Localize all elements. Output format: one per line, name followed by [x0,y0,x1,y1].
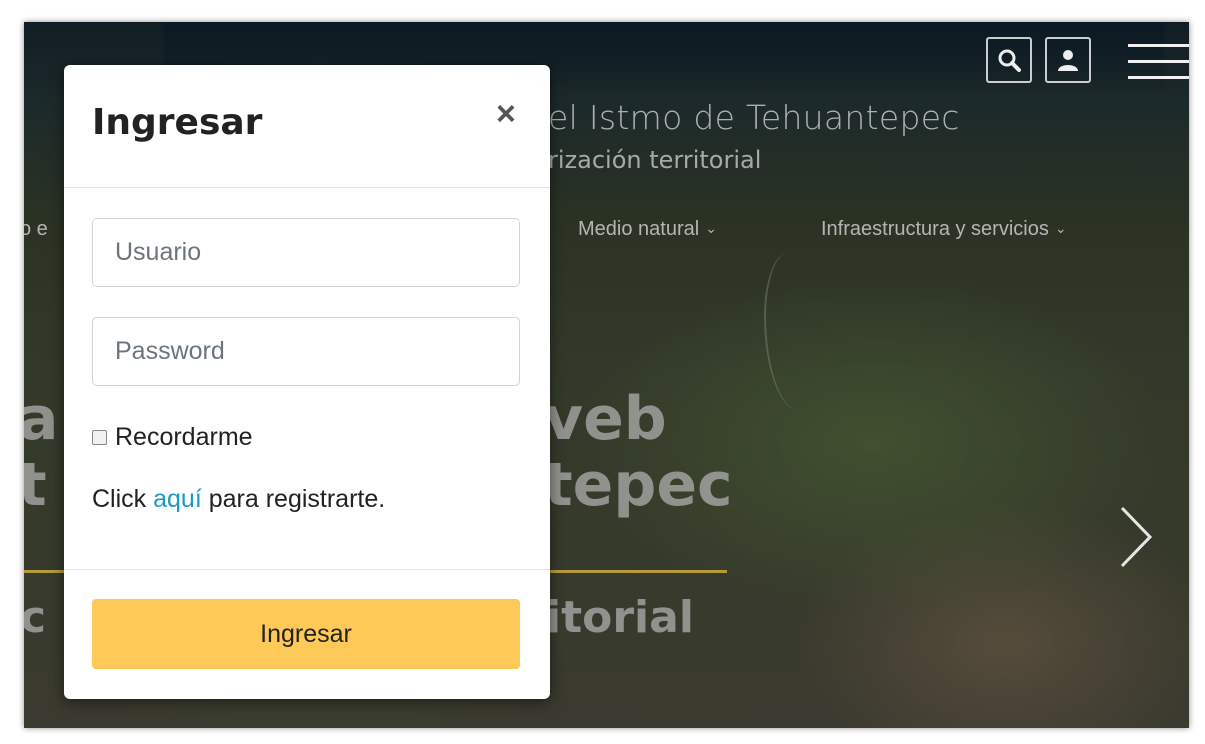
search-button[interactable] [986,37,1032,83]
hero-heading-line1-left: a [24,384,59,454]
username-input[interactable] [92,218,520,287]
modal-header: Ingresar × [64,65,550,188]
modal-footer-divider [64,569,550,570]
nav-item-medio-natural[interactable]: Medio natural ⌄ [578,218,717,241]
chevron-down-icon: ⌄ [1054,220,1067,236]
hero-background: el Istmo de Tehuantepec rización territo… [24,22,1189,728]
site-title: el Istmo de Tehuantepec [548,98,960,137]
nav-item-partial[interactable]: o e [24,218,48,241]
chevron-down-icon: ⌄ [705,220,717,236]
nav-item-infraestructura[interactable]: Infraestructura y servicios ⌄ [821,218,1067,241]
login-modal: Ingresar × Recordarme Click aquí para re… [64,65,550,699]
login-submit-button[interactable]: Ingresar [92,599,520,669]
nav-item-partial-label: o e [24,218,48,240]
close-icon[interactable]: × [496,97,516,131]
user-button[interactable] [1045,37,1091,83]
hero-heading-line2-right: tepec [544,450,733,520]
hamburger-menu-icon[interactable] [1128,42,1189,82]
remember-label: Recordarme [115,423,253,451]
search-icon [998,49,1021,72]
map-river [764,252,826,412]
hero-subheading-right: itorial [546,592,694,643]
password-input[interactable] [92,317,520,386]
remember-me[interactable]: Recordarme [92,423,253,452]
register-link[interactable]: aquí [153,485,202,513]
nav-item-medio-natural-label: Medio natural [578,218,700,240]
hero-heading-line1-right: veb [544,384,667,454]
hero-subheading-left: c [24,592,47,643]
modal-title: Ingresar [92,102,263,143]
hero-heading-line2-left: t [24,450,47,520]
nav-item-infraestructura-label: Infraestructura y servicios [821,218,1049,240]
site-subtitle: rización territorial [548,146,762,174]
carousel-next-button[interactable] [1116,502,1156,572]
user-icon [1058,50,1078,71]
register-text: Click aquí para registrarte. [92,485,385,514]
register-suffix: para registrarte. [201,485,386,513]
remember-checkbox[interactable] [92,430,107,445]
chevron-right-icon [1120,506,1153,568]
register-prefix: Click [92,485,154,513]
